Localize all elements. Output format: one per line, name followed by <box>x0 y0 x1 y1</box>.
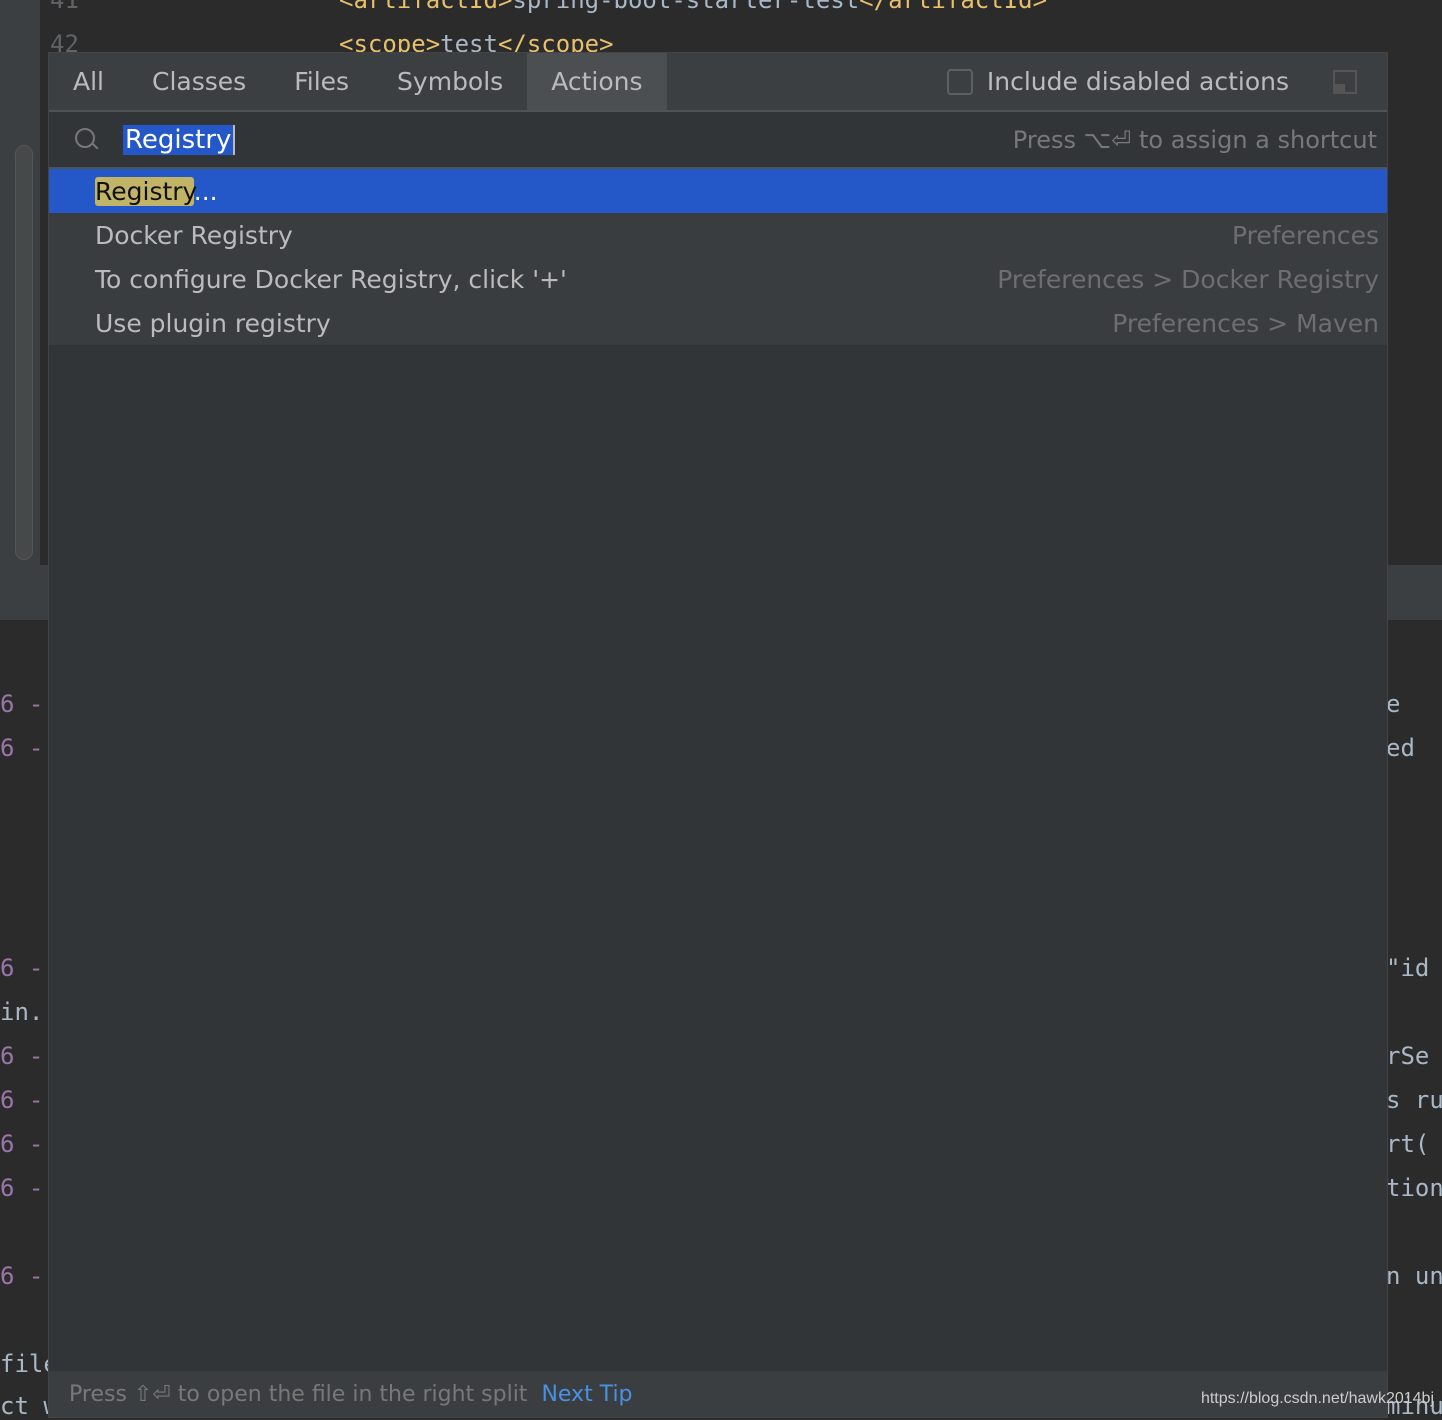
result-item[interactable]: Use plugin registry Preferences > Maven <box>49 301 1387 345</box>
tab-classes[interactable]: Classes <box>128 53 270 110</box>
background-code-fragment: e <box>1386 690 1401 718</box>
background-code-fragment: 6 - <box>0 690 44 718</box>
result-location: Preferences > Maven <box>1112 308 1379 338</box>
include-disabled-label[interactable]: Include disabled actions <box>987 67 1289 96</box>
result-label: Docker Registry <box>95 221 293 250</box>
next-tip-link[interactable]: Next Tip <box>541 1382 632 1407</box>
project-panel <box>0 0 40 565</box>
result-item[interactable]: Registry... <box>49 169 1387 213</box>
match-highlight: Registry <box>95 176 194 206</box>
background-code-fragment: 6 - <box>0 1174 44 1202</box>
code-line: 41 <artifactId>spring-boot-starter-test<… <box>50 0 1048 14</box>
result-location: Preferences <box>1231 220 1379 250</box>
search-input[interactable]: Registry <box>123 124 236 155</box>
watermark: https://blog.csdn.net/hawk2014bj <box>1200 1390 1434 1407</box>
include-disabled-checkbox[interactable] <box>946 68 973 95</box>
tab-actions[interactable]: Actions <box>527 53 667 110</box>
result-location: Preferences > Docker Registry <box>997 264 1379 294</box>
background-code-fragment: 6 - <box>0 1086 44 1114</box>
pin-window-icon[interactable] <box>1333 69 1357 94</box>
background-code-fragment: ed <box>1386 734 1415 762</box>
background-code-fragment: tion <box>1386 1174 1442 1202</box>
result-item[interactable]: Docker Registry Preferences <box>49 213 1387 257</box>
result-label: To configure Docker Registry, click '+' <box>95 265 567 294</box>
result-label: Registry... <box>95 176 218 206</box>
shortcut-hint: Press ⌥⏎ to assign a shortcut <box>1012 125 1377 154</box>
scrollbar[interactable] <box>15 145 33 560</box>
background-code-fragment: rt( <box>1386 1130 1430 1158</box>
tab-bar: All Classes Files Symbols Actions Includ… <box>49 53 1387 112</box>
background-code-fragment: n un <box>1386 1262 1442 1290</box>
background-code-fragment: 6 - <box>0 1130 44 1158</box>
background-code-fragment: rSe <box>1386 1042 1430 1070</box>
tip-text: Press ⇧⏎ to open the file in the right s… <box>69 1381 528 1407</box>
tab-all[interactable]: All <box>49 53 128 110</box>
tab-files[interactable]: Files <box>270 53 373 110</box>
background-code-fragment: in. <box>0 998 44 1026</box>
background-code-fragment: s ru <box>1386 1086 1442 1114</box>
background-code-fragment: 6 - <box>0 1042 44 1070</box>
results-list: Registry... Docker Registry Preferences To … <box>49 169 1387 345</box>
result-text: To configure Docker Registry, click '+' <box>95 264 567 294</box>
result-text: Use plugin registry <box>95 308 331 338</box>
search-everywhere-popup: All Classes Files Symbols Actions Includ… <box>48 52 1388 1418</box>
result-text: Docker Registry <box>95 220 293 250</box>
result-label: Use plugin registry <box>95 309 331 338</box>
background-code-fragment: "id <box>1386 954 1430 982</box>
search-bar: Registry Press ⌥⏎ to assign a shortcut <box>49 112 1387 169</box>
result-item[interactable]: To configure Docker Registry, click '+' P… <box>49 257 1387 301</box>
background-code-fragment: 6 - <box>0 734 44 762</box>
background-code-fragment: 6 - <box>0 1262 44 1290</box>
background-code-fragment: 6 - <box>0 954 44 982</box>
footer-tip: Press ⇧⏎ to open the file in the right s… <box>49 1371 1387 1417</box>
result-text: ... <box>193 176 218 206</box>
tab-symbols[interactable]: Symbols <box>373 53 527 110</box>
search-icon <box>75 127 99 152</box>
